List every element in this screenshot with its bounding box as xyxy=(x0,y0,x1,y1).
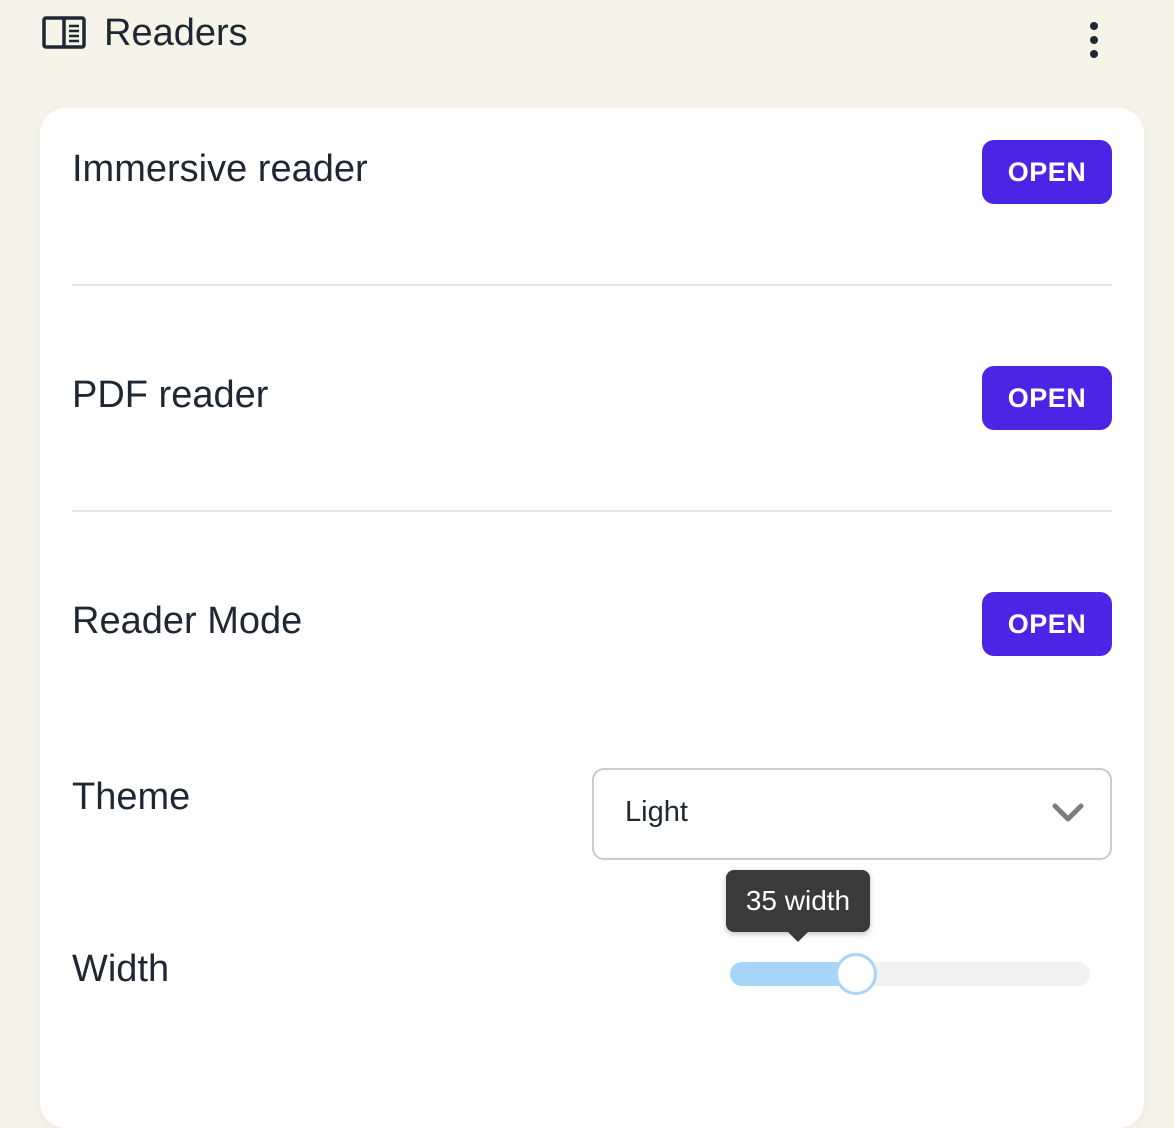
header: Readers xyxy=(0,0,1174,80)
width-slider-thumb[interactable] xyxy=(835,953,877,995)
theme-label: Theme xyxy=(72,776,191,818)
chevron-down-icon xyxy=(1052,803,1084,823)
pdf-reader-label: PDF reader xyxy=(72,374,269,416)
theme-select-value: Light xyxy=(625,796,688,828)
divider xyxy=(72,284,1112,286)
width-label: Width xyxy=(72,948,170,990)
theme-select[interactable]: Light xyxy=(592,768,1112,860)
reader-panel-icon xyxy=(42,16,86,49)
open-pdf-reader-button[interactable]: OPEN xyxy=(982,366,1112,430)
open-immersive-reader-button[interactable]: OPEN xyxy=(982,140,1112,204)
width-slider[interactable] xyxy=(730,953,1090,995)
page-title: Readers xyxy=(104,12,248,54)
readers-card: Immersive reader OPEN PDF reader OPEN Re… xyxy=(40,108,1144,1128)
divider xyxy=(72,510,1112,512)
tooltip-arrow xyxy=(788,932,808,942)
more-vertical-icon[interactable] xyxy=(1076,18,1112,62)
reader-mode-label: Reader Mode xyxy=(72,600,303,642)
open-reader-mode-button[interactable]: OPEN xyxy=(982,592,1112,656)
width-tooltip: 35 width xyxy=(726,870,870,942)
width-tooltip-text: 35 width xyxy=(745,885,851,916)
immersive-reader-label: Immersive reader xyxy=(72,148,368,190)
